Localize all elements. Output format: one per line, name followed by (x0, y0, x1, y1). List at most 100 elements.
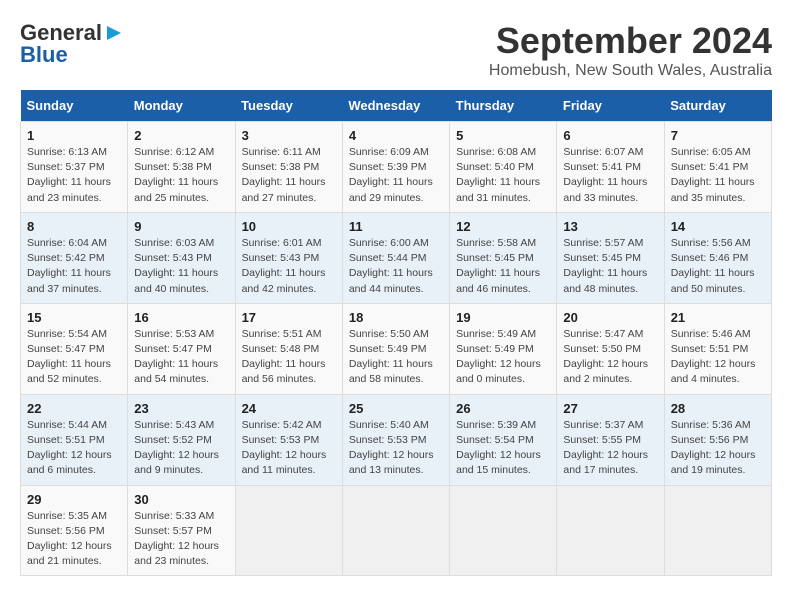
calendar-cell: 3 Sunrise: 6:11 AM Sunset: 5:38 PM Daylig… (235, 122, 342, 213)
calendar-body: 1 Sunrise: 6:13 AM Sunset: 5:37 PM Daylig… (21, 122, 772, 576)
calendar-cell: 10Sunrise: 6:01 AM Sunset: 5:43 PM Dayli… (235, 212, 342, 303)
day-info: Sunrise: 5:58 AM Sunset: 5:45 PM Dayligh… (456, 236, 550, 297)
calendar-cell: 13 Sunrise: 5:57 AM Sunset: 5:45 PM Dayli… (557, 212, 664, 303)
calendar-cell: 19 Sunrise: 5:49 AM Sunset: 5:49 PM Dayli… (450, 303, 557, 394)
col-header-tuesday: Tuesday (235, 90, 342, 122)
day-info: Sunrise: 5:35 AM Sunset: 5:56 PM Dayligh… (27, 509, 121, 570)
calendar-cell: 12Sunrise: 5:58 AM Sunset: 5:45 PM Dayli… (450, 212, 557, 303)
week-row-2: 8Sunrise: 6:04 AM Sunset: 5:42 PM Daylig… (21, 212, 772, 303)
logo: General Blue (20, 20, 125, 68)
week-row-5: 29Sunrise: 5:35 AM Sunset: 5:56 PM Dayli… (21, 485, 772, 576)
calendar-cell (235, 485, 342, 576)
calendar-header: SundayMondayTuesdayWednesdayThursdayFrid… (21, 90, 772, 122)
calendar-cell: 5Sunrise: 6:08 AM Sunset: 5:40 PM Daylig… (450, 122, 557, 213)
col-header-sunday: Sunday (21, 90, 128, 122)
calendar-cell (450, 485, 557, 576)
day-number: 15 (27, 310, 121, 325)
day-info: Sunrise: 5:37 AM Sunset: 5:55 PM Dayligh… (563, 418, 657, 479)
calendar-cell (664, 485, 771, 576)
day-number: 19 (456, 310, 550, 325)
day-number: 28 (671, 401, 765, 416)
calendar-cell: 16Sunrise: 5:53 AM Sunset: 5:47 PM Dayli… (128, 303, 235, 394)
day-info: Sunrise: 5:33 AM Sunset: 5:57 PM Dayligh… (134, 509, 228, 570)
day-info: Sunrise: 6:11 AM Sunset: 5:38 PM Dayligh… (242, 145, 336, 206)
calendar-cell: 29Sunrise: 5:35 AM Sunset: 5:56 PM Dayli… (21, 485, 128, 576)
day-number: 7 (671, 128, 765, 143)
col-header-saturday: Saturday (664, 90, 771, 122)
calendar-cell: 21 Sunrise: 5:46 AM Sunset: 5:51 PM Dayli… (664, 303, 771, 394)
calendar-cell: 26 Sunrise: 5:39 AM Sunset: 5:54 PM Dayli… (450, 394, 557, 485)
logo-blue-text: Blue (20, 42, 68, 68)
calendar-cell: 1 Sunrise: 6:13 AM Sunset: 5:37 PM Daylig… (21, 122, 128, 213)
week-row-1: 1 Sunrise: 6:13 AM Sunset: 5:37 PM Daylig… (21, 122, 772, 213)
calendar-cell: 6 Sunrise: 6:07 AM Sunset: 5:41 PM Daylig… (557, 122, 664, 213)
day-info: Sunrise: 5:57 AM Sunset: 5:45 PM Dayligh… (563, 236, 657, 297)
day-info: Sunrise: 5:40 AM Sunset: 5:53 PM Dayligh… (349, 418, 443, 479)
calendar-cell: 24Sunrise: 5:42 AM Sunset: 5:53 PM Dayli… (235, 394, 342, 485)
calendar-cell: 20 Sunrise: 5:47 AM Sunset: 5:50 PM Dayli… (557, 303, 664, 394)
day-info: Sunrise: 5:56 AM Sunset: 5:46 PM Dayligh… (671, 236, 765, 297)
title-block: September 2024 Homebush, New South Wales… (489, 20, 772, 80)
day-number: 6 (563, 128, 657, 143)
day-number: 23 (134, 401, 228, 416)
day-info: Sunrise: 5:49 AM Sunset: 5:49 PM Dayligh… (456, 327, 550, 388)
calendar-cell: 28 Sunrise: 5:36 AM Sunset: 5:56 PM Dayli… (664, 394, 771, 485)
day-info: Sunrise: 5:36 AM Sunset: 5:56 PM Dayligh… (671, 418, 765, 479)
day-info: Sunrise: 5:39 AM Sunset: 5:54 PM Dayligh… (456, 418, 550, 479)
day-info: Sunrise: 5:51 AM Sunset: 5:48 PM Dayligh… (242, 327, 336, 388)
day-number: 3 (242, 128, 336, 143)
logo-arrow-icon (103, 22, 125, 44)
day-info: Sunrise: 5:54 AM Sunset: 5:47 PM Dayligh… (27, 327, 121, 388)
calendar-cell: 25 Sunrise: 5:40 AM Sunset: 5:53 PM Dayli… (342, 394, 449, 485)
calendar-cell: 27 Sunrise: 5:37 AM Sunset: 5:55 PM Dayli… (557, 394, 664, 485)
calendar-cell (557, 485, 664, 576)
day-number: 26 (456, 401, 550, 416)
col-header-monday: Monday (128, 90, 235, 122)
day-number: 25 (349, 401, 443, 416)
calendar-cell: 4 Sunrise: 6:09 AM Sunset: 5:39 PM Daylig… (342, 122, 449, 213)
calendar-cell: 22Sunrise: 5:44 AM Sunset: 5:51 PM Dayli… (21, 394, 128, 485)
calendar-table: SundayMondayTuesdayWednesdayThursdayFrid… (20, 90, 772, 576)
day-info: Sunrise: 5:50 AM Sunset: 5:49 PM Dayligh… (349, 327, 443, 388)
col-header-thursday: Thursday (450, 90, 557, 122)
day-info: Sunrise: 6:13 AM Sunset: 5:37 PM Dayligh… (27, 145, 121, 206)
day-number: 10 (242, 219, 336, 234)
day-number: 17 (242, 310, 336, 325)
day-info: Sunrise: 5:47 AM Sunset: 5:50 PM Dayligh… (563, 327, 657, 388)
calendar-cell: 14Sunrise: 5:56 AM Sunset: 5:46 PM Dayli… (664, 212, 771, 303)
page-title: September 2024 (489, 20, 772, 62)
day-number: 18 (349, 310, 443, 325)
page-header: General Blue September 2024 Homebush, Ne… (20, 20, 772, 80)
calendar-cell: 23 Sunrise: 5:43 AM Sunset: 5:52 PM Dayli… (128, 394, 235, 485)
day-number: 20 (563, 310, 657, 325)
day-number: 4 (349, 128, 443, 143)
col-header-friday: Friday (557, 90, 664, 122)
week-row-3: 15 Sunrise: 5:54 AM Sunset: 5:47 PM Dayli… (21, 303, 772, 394)
day-info: Sunrise: 6:05 AM Sunset: 5:41 PM Dayligh… (671, 145, 765, 206)
day-info: Sunrise: 5:43 AM Sunset: 5:52 PM Dayligh… (134, 418, 228, 479)
day-info: Sunrise: 5:46 AM Sunset: 5:51 PM Dayligh… (671, 327, 765, 388)
day-number: 9 (134, 219, 228, 234)
day-info: Sunrise: 6:03 AM Sunset: 5:43 PM Dayligh… (134, 236, 228, 297)
calendar-cell: 17 Sunrise: 5:51 AM Sunset: 5:48 PM Dayli… (235, 303, 342, 394)
day-info: Sunrise: 5:42 AM Sunset: 5:53 PM Dayligh… (242, 418, 336, 479)
week-row-4: 22Sunrise: 5:44 AM Sunset: 5:51 PM Dayli… (21, 394, 772, 485)
day-info: Sunrise: 6:00 AM Sunset: 5:44 PM Dayligh… (349, 236, 443, 297)
calendar-cell: 18 Sunrise: 5:50 AM Sunset: 5:49 PM Dayli… (342, 303, 449, 394)
day-info: Sunrise: 6:07 AM Sunset: 5:41 PM Dayligh… (563, 145, 657, 206)
day-info: Sunrise: 6:09 AM Sunset: 5:39 PM Dayligh… (349, 145, 443, 206)
calendar-cell (342, 485, 449, 576)
day-number: 8 (27, 219, 121, 234)
calendar-cell: 11 Sunrise: 6:00 AM Sunset: 5:44 PM Dayli… (342, 212, 449, 303)
day-info: Sunrise: 6:12 AM Sunset: 5:38 PM Dayligh… (134, 145, 228, 206)
col-header-wednesday: Wednesday (342, 90, 449, 122)
day-info: Sunrise: 5:53 AM Sunset: 5:47 PM Dayligh… (134, 327, 228, 388)
day-number: 11 (349, 219, 443, 234)
day-info: Sunrise: 6:08 AM Sunset: 5:40 PM Dayligh… (456, 145, 550, 206)
day-number: 1 (27, 128, 121, 143)
day-number: 27 (563, 401, 657, 416)
day-number: 21 (671, 310, 765, 325)
day-number: 13 (563, 219, 657, 234)
day-number: 22 (27, 401, 121, 416)
calendar-cell: 2Sunrise: 6:12 AM Sunset: 5:38 PM Daylig… (128, 122, 235, 213)
